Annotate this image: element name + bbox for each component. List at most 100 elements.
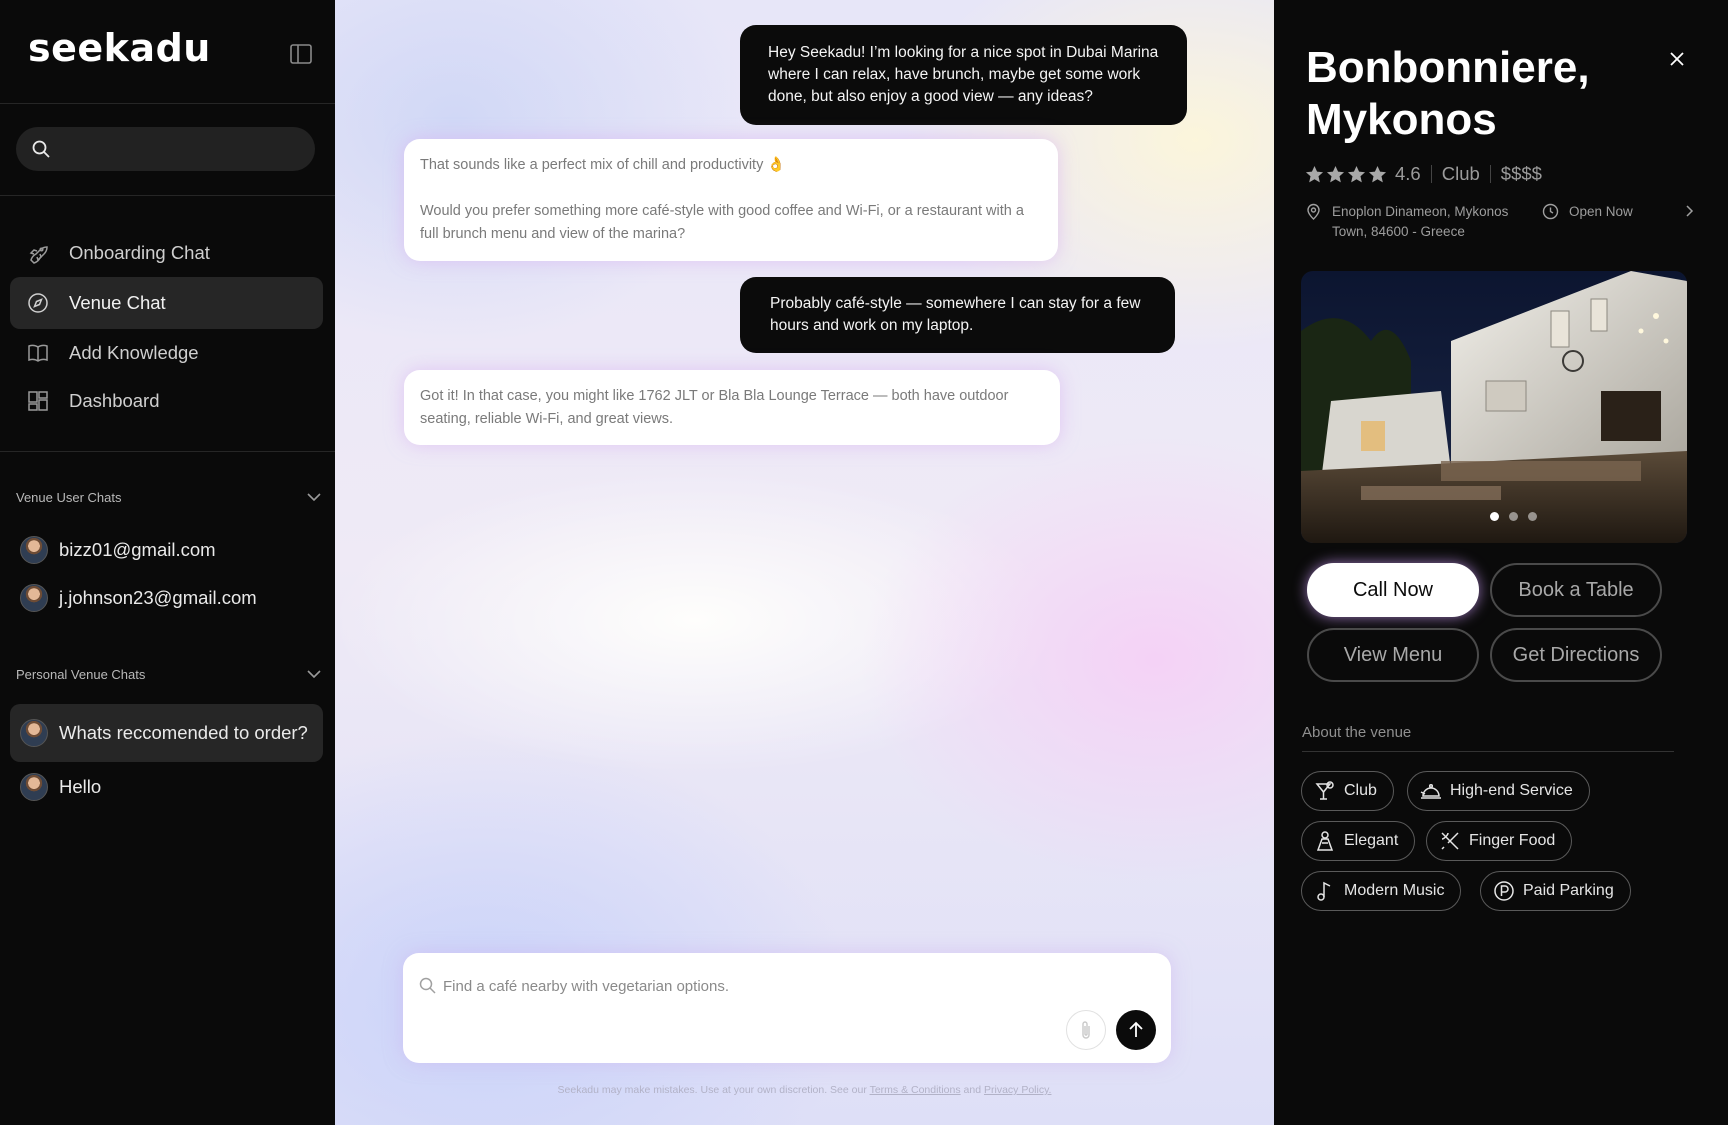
message-text: Would you prefer something more café-sty… bbox=[420, 203, 1024, 242]
venue-photo-carousel[interactable] bbox=[1301, 271, 1687, 543]
dashboard-icon bbox=[28, 391, 48, 411]
star-icon bbox=[1347, 165, 1366, 182]
message-text: That sounds like a perfect mix of chill … bbox=[420, 157, 786, 173]
disclaimer: Seekadu may make mistakes. Use at your o… bbox=[335, 1084, 1274, 1096]
search-icon bbox=[419, 977, 436, 994]
privacy-link[interactable]: Privacy Policy. bbox=[984, 1084, 1052, 1096]
carousel-dot[interactable] bbox=[1509, 512, 1518, 521]
divider bbox=[0, 103, 335, 104]
music-note-icon bbox=[1317, 881, 1331, 901]
nav-item-venue-chat[interactable]: Venue Chat bbox=[10, 277, 323, 329]
price-level: $$$$ bbox=[1500, 163, 1542, 184]
separator bbox=[1489, 165, 1491, 183]
chat-label: j.johnson23@gmail.com bbox=[59, 587, 257, 608]
section-venue-user-chats[interactable]: Venue User Chats bbox=[16, 487, 321, 507]
tag-label: Modern Music bbox=[1344, 882, 1445, 899]
venue-tag: Modern Music bbox=[1301, 871, 1462, 911]
book-icon bbox=[28, 344, 48, 362]
venue-tag: Finger Food bbox=[1426, 821, 1573, 861]
chat-area: Hey Seekadu! I’m looking for a nice spot… bbox=[335, 0, 1274, 1125]
rocket-icon bbox=[29, 246, 48, 264]
nav-item-add-knowledge[interactable]: Add Knowledge bbox=[10, 327, 323, 379]
utensils-icon bbox=[1441, 832, 1459, 850]
star-icon bbox=[1368, 165, 1387, 182]
venue-title: Bonbonniere, Mykonos bbox=[1306, 43, 1590, 144]
search-input[interactable] bbox=[16, 127, 315, 171]
venue-tag: Elegant bbox=[1301, 821, 1416, 861]
assistant-message: Got it! In that case, you might like 176… bbox=[404, 370, 1060, 445]
nav-label: Add Knowledge bbox=[69, 342, 199, 363]
section-personal-venue-chats[interactable]: Personal Venue Chats bbox=[16, 664, 321, 684]
venue-photo bbox=[1301, 271, 1687, 543]
star-icon bbox=[1326, 165, 1345, 182]
tag-label: High-end Service bbox=[1450, 782, 1573, 799]
sidebar: seekadu Onboarding Chat Venue Chat Add K… bbox=[0, 0, 335, 1125]
venue-category: Club bbox=[1441, 163, 1480, 184]
venue-panel: Bonbonniere, Mykonos 4.6 Club $$$$ Enopl… bbox=[1274, 0, 1728, 1125]
send-button[interactable] bbox=[1116, 1010, 1156, 1050]
arrow-up-icon bbox=[1129, 1021, 1143, 1037]
avatar bbox=[20, 536, 48, 564]
call-now-button[interactable]: Call Now bbox=[1307, 563, 1479, 617]
user-chat-item[interactable]: j.johnson23@gmail.com bbox=[10, 573, 323, 623]
user-message: Hey Seekadu! I’m looking for a nice spot… bbox=[740, 25, 1187, 125]
user-message: Probably café-style — somewhere I can st… bbox=[740, 277, 1175, 353]
app-logo: seekadu bbox=[28, 26, 211, 70]
venue-tag: Paid Parking bbox=[1480, 871, 1631, 911]
carousel-dot[interactable] bbox=[1528, 512, 1537, 521]
compass-icon bbox=[28, 293, 48, 313]
avatar bbox=[20, 584, 48, 612]
view-menu-button[interactable]: View Menu bbox=[1307, 628, 1479, 682]
divider bbox=[0, 451, 335, 452]
clock-icon bbox=[1542, 203, 1559, 220]
nav-label: Dashboard bbox=[69, 390, 160, 411]
nav-item-dashboard[interactable]: Dashboard bbox=[10, 375, 323, 427]
tag-label: Paid Parking bbox=[1523, 882, 1614, 899]
location-pin-icon bbox=[1307, 203, 1320, 220]
get-directions-button[interactable]: Get Directions bbox=[1490, 628, 1662, 682]
book-table-button[interactable]: Book a Table bbox=[1490, 563, 1662, 617]
elegant-icon bbox=[1316, 831, 1334, 851]
separator bbox=[1430, 165, 1432, 183]
disclaimer-text: and bbox=[963, 1084, 982, 1096]
nav-item-onboarding-chat[interactable]: Onboarding Chat bbox=[10, 227, 323, 279]
venue-address: Enoplon Dinameon, Mykonos Town, 84600 - … bbox=[1332, 204, 1509, 239]
venue-tag: High-end Service bbox=[1407, 771, 1590, 811]
chat-label: Whats reccomended to order? bbox=[59, 722, 308, 743]
disclaimer-text: Seekadu may make mistakes. Use at your o… bbox=[557, 1084, 867, 1096]
cloche-icon bbox=[1420, 783, 1441, 799]
divider bbox=[0, 195, 335, 196]
star-rating bbox=[1305, 165, 1387, 184]
avatar bbox=[20, 719, 48, 747]
section-heading: Personal Venue Chats bbox=[16, 666, 146, 682]
search-icon bbox=[32, 140, 50, 158]
chevron-down-icon bbox=[307, 670, 321, 679]
close-icon[interactable] bbox=[1666, 48, 1688, 70]
venue-tag: Club bbox=[1301, 771, 1394, 811]
chevron-right-icon[interactable] bbox=[1683, 204, 1695, 218]
rating-value: 4.6 bbox=[1395, 163, 1421, 184]
tag-label: Club bbox=[1344, 782, 1377, 799]
message-input[interactable] bbox=[441, 973, 1041, 999]
message-composer bbox=[403, 953, 1171, 1063]
cocktail-icon bbox=[1315, 781, 1334, 800]
about-heading: About the venue bbox=[1302, 724, 1674, 752]
nav-label: Venue Chat bbox=[69, 292, 166, 313]
tag-label: Finger Food bbox=[1469, 832, 1556, 849]
avatar bbox=[20, 773, 48, 801]
sidebar-toggle-icon[interactable] bbox=[290, 44, 312, 64]
opening-status[interactable]: Open Now bbox=[1569, 202, 1633, 222]
assistant-message: That sounds like a perfect mix of chill … bbox=[404, 139, 1058, 261]
chevron-down-icon bbox=[307, 493, 321, 502]
terms-link[interactable]: Terms & Conditions bbox=[870, 1084, 961, 1096]
section-heading: Venue User Chats bbox=[16, 489, 122, 505]
personal-chat-item[interactable]: Hello bbox=[10, 762, 323, 812]
venue-meta: 4.6 Club $$$$ bbox=[1305, 162, 1542, 186]
carousel-dot[interactable] bbox=[1490, 512, 1499, 521]
carousel-dots bbox=[1490, 512, 1537, 521]
attach-button[interactable] bbox=[1066, 1010, 1106, 1050]
user-chat-item[interactable]: bizz01@gmail.com bbox=[10, 525, 323, 575]
personal-chat-item[interactable]: Whats reccomended to order? bbox=[10, 704, 323, 762]
star-icon bbox=[1305, 165, 1324, 182]
nav-label: Onboarding Chat bbox=[69, 242, 210, 263]
